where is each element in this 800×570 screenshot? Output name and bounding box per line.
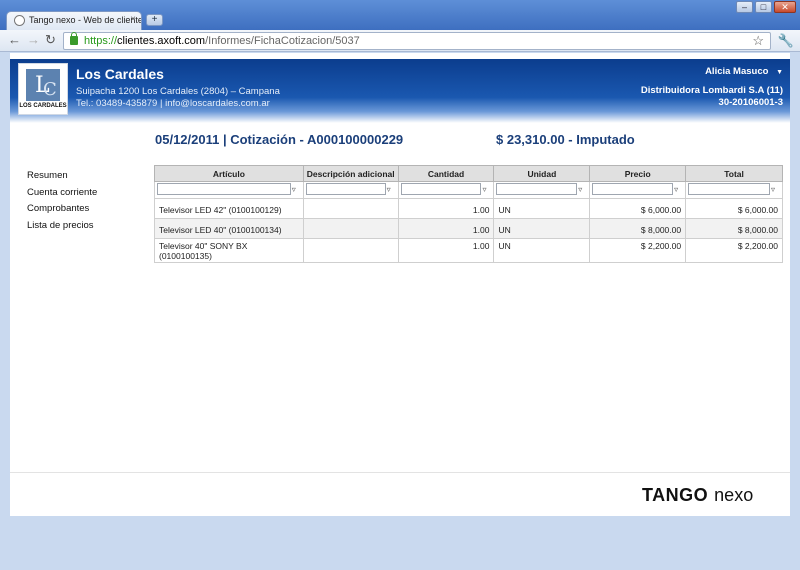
close-window-button[interactable]: ✕ [774, 1, 796, 13]
cell-descripcion [302, 198, 399, 219]
cell-total: $ 6,000.00 [685, 198, 783, 219]
filter-input-cantidad[interactable] [400, 183, 482, 195]
cell-precio: $ 2,200.00 [589, 238, 687, 263]
cell-descripcion [302, 218, 399, 239]
brand-nexo: nexo [714, 485, 754, 505]
filter-icon[interactable]: ▿ [578, 185, 587, 194]
browser-toolbar: ← → ↻ https://clientes.axoft.com/Informe… [0, 30, 800, 52]
filter-input-precio[interactable] [592, 183, 674, 195]
filter-icon[interactable]: ▿ [292, 185, 301, 194]
column-header-total[interactable]: Total [685, 165, 783, 182]
filter-icon[interactable]: ▿ [771, 185, 780, 194]
reload-icon[interactable]: ↻ [45, 33, 56, 47]
filter-input-articulo[interactable] [157, 183, 291, 195]
cell-unidad: UN [493, 238, 591, 263]
cell-articulo: Televisor LED 42" (0100100129) [154, 198, 304, 219]
address-bar[interactable]: https://clientes.axoft.com/Informes/Fich… [63, 32, 771, 50]
filter-input-total[interactable] [688, 183, 770, 195]
cell-cantidad: 1.00 [397, 198, 495, 219]
page-content: L C LOS CARDALES Los Cardales Suipacha 1… [10, 53, 790, 516]
minimize-button[interactable]: – [736, 1, 753, 13]
bookmark-star-icon[interactable]: ☆ [752, 33, 764, 49]
cell-unidad: UN [493, 218, 591, 239]
url-path: /Informes/FichaCotizacion/5037 [205, 35, 360, 47]
column-header-articulo[interactable]: Artículo [154, 165, 304, 182]
cell-descripcion [302, 238, 399, 263]
column-header-descripcion[interactable]: Descripción adicional [302, 165, 399, 182]
tango-nexo-logo: TANGO nexo [642, 485, 753, 506]
column-header-unidad[interactable]: Unidad [493, 165, 591, 182]
company-name: Los Cardales [76, 66, 164, 82]
cell-articulo: Televisor 40" SONY BX (0100100135) [154, 238, 304, 263]
distributor-name: Distribuidora Lombardi S.A (11) [640, 85, 783, 96]
cell-unidad: UN [493, 198, 591, 219]
forward-icon[interactable]: → [27, 33, 40, 47]
quote-items-table: Artículo Descripción adicional Cantidad … [154, 165, 783, 263]
column-header-cantidad[interactable]: Cantidad [397, 165, 495, 182]
cuit-number: 30-20106001-3 [718, 97, 783, 108]
cell-cantidad: 1.00 [397, 238, 495, 263]
cell-total: $ 2,200.00 [685, 238, 783, 263]
company-contact: Tel.: 03489-435879 | info@loscardales.co… [76, 98, 270, 109]
browser-tab[interactable]: Tango nexo - Web de clientes × [6, 11, 142, 30]
wrench-icon[interactable]: 🔧 [778, 33, 794, 49]
page-header: L C LOS CARDALES Los Cardales Suipacha 1… [10, 59, 790, 123]
sidebar-nav: Resumen Cuenta corriente Comprobantes Li… [27, 168, 97, 234]
sidebar-item-resumen[interactable]: Resumen [27, 168, 97, 185]
logo-letter-c: C [43, 79, 57, 100]
back-icon[interactable]: ← [8, 33, 21, 47]
url-scheme: https:// [84, 35, 118, 47]
document-total: $ 23,310.00 - Imputado [496, 132, 635, 147]
url-host: clientes.axoft.com [117, 35, 206, 47]
column-header-precio[interactable]: Precio [589, 165, 687, 182]
sidebar-item-lista-de-precios[interactable]: Lista de precios [27, 218, 97, 235]
favicon-icon [14, 15, 25, 26]
cell-articulo: Televisor LED 40" (0100100134) [154, 218, 304, 239]
cell-total: $ 8,000.00 [685, 218, 783, 239]
table-row[interactable]: Televisor LED 42" (0100100129) 1.00 UN $… [154, 198, 783, 219]
account-info: Alicia Masuco ▼ Distribuidora Lombardi S… [641, 66, 783, 109]
company-info: Suipacha 1200 Los Cardales (2804) – Camp… [76, 86, 280, 110]
cell-cantidad: 1.00 [397, 218, 495, 239]
logo-text: LOS CARDALES [19, 103, 67, 109]
company-logo: L C LOS CARDALES [18, 63, 68, 115]
lock-icon [70, 32, 78, 45]
filter-icon[interactable]: ▿ [674, 185, 683, 194]
new-tab-button[interactable]: + [146, 14, 163, 26]
sidebar-item-cuenta-corriente[interactable]: Cuenta corriente [27, 185, 97, 202]
filter-input-descripcion[interactable] [305, 183, 386, 195]
logo-mark: L C [26, 69, 60, 101]
maximize-button[interactable]: □ [755, 1, 772, 13]
table-row[interactable]: Televisor LED 40" (0100100134) 1.00 UN $… [154, 218, 783, 239]
table-row[interactable]: Televisor 40" SONY BX (0100100135) 1.00 … [154, 238, 783, 263]
cell-precio: $ 8,000.00 [589, 218, 687, 239]
chevron-down-icon[interactable]: ▼ [776, 69, 783, 76]
brand-tango: TANGO [642, 485, 709, 505]
filter-icon[interactable]: ▿ [482, 185, 491, 194]
tab-title: Tango nexo - Web de clientes [29, 15, 142, 25]
cell-precio: $ 6,000.00 [589, 198, 687, 219]
filter-row: ▿ ▿ ▿ ▿ ▿ ▿ [154, 181, 783, 199]
company-address: Suipacha 1200 Los Cardales (2804) – Camp… [76, 86, 280, 97]
user-menu[interactable]: Alicia Masuco ▼ [641, 66, 783, 79]
document-title: 05/12/2011 | Cotización - A000100000229 [155, 132, 404, 147]
tab-close-icon[interactable]: × [130, 14, 136, 25]
filter-icon[interactable]: ▿ [387, 185, 396, 194]
table-header-row: Artículo Descripción adicional Cantidad … [154, 165, 783, 182]
window-controls: – □ ✕ [736, 1, 796, 13]
sidebar-item-comprobantes[interactable]: Comprobantes [27, 201, 97, 218]
browser-titlebar: Tango nexo - Web de clientes × + – □ ✕ [0, 0, 800, 30]
filter-input-unidad[interactable] [496, 183, 578, 195]
user-name: Alicia Masuco [705, 66, 769, 77]
footer-divider [10, 472, 790, 473]
